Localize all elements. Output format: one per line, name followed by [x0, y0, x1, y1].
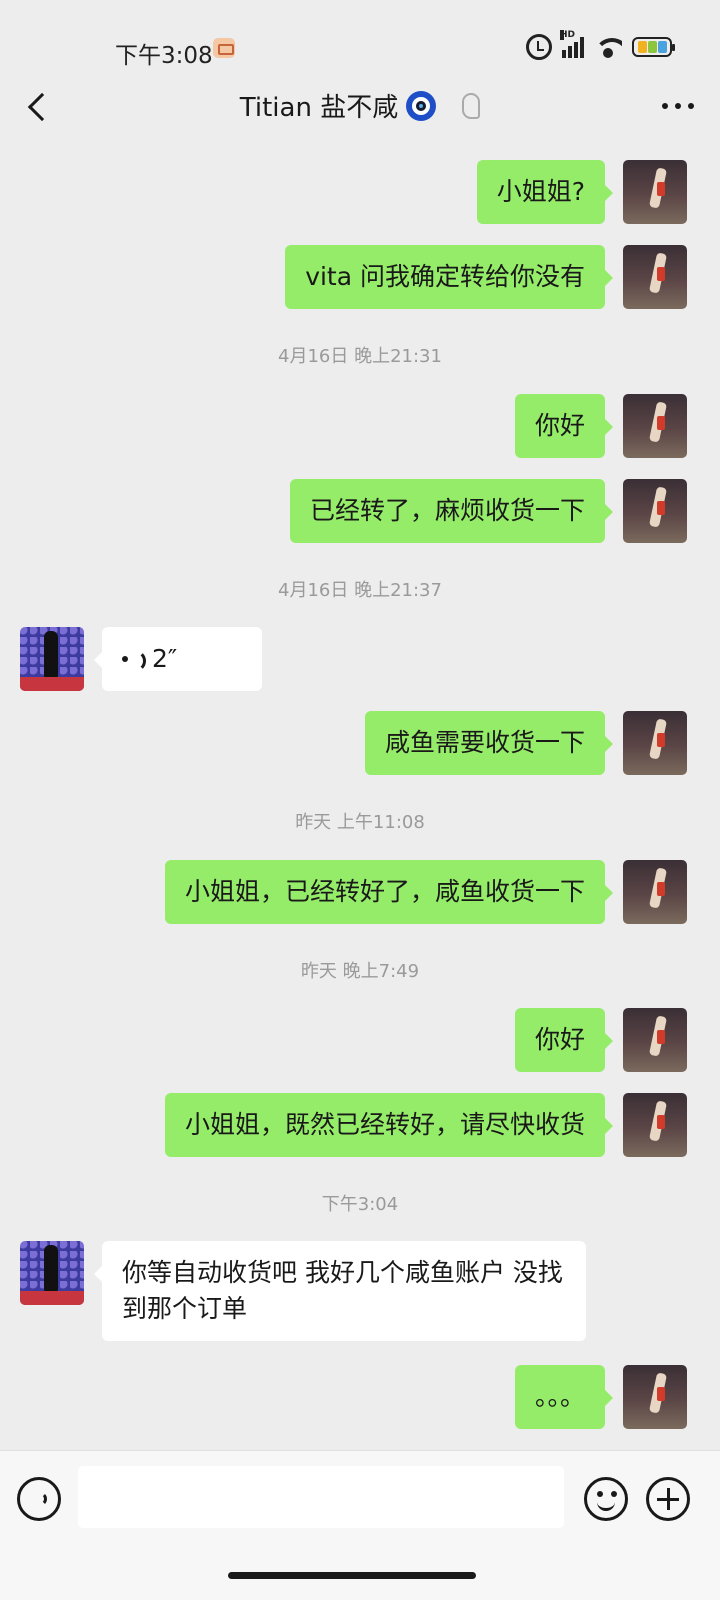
voice-message: 2″ [122, 641, 242, 677]
home-indicator[interactable] [228, 1572, 476, 1579]
my-message-bubble[interactable]: 你好 [514, 394, 614, 458]
status-icons: HD [526, 30, 675, 60]
my-message-bubble[interactable]: 小姐姐，既然已经转好，请尽快收货 [164, 1093, 614, 1157]
contact-message-bubble[interactable]: 你等自动收货吧 我好几个咸鱼账户 没找到那个订单 [94, 1241, 586, 1341]
network-badge: HD [560, 30, 576, 40]
voice-mode-button[interactable] [17, 1477, 61, 1521]
alarm-icon [526, 34, 552, 60]
chat-message-list[interactable]: 小姐姐? vita 问我确定转给你没有 4月16日 晚上21:31 你好 已经转… [0, 145, 720, 1450]
signal-icon: HD [560, 30, 584, 58]
emoji-button[interactable] [584, 1477, 628, 1521]
notification-icon [213, 38, 235, 58]
message-timestamp: 昨天 上午11:08 [295, 812, 425, 833]
battery-icon [632, 37, 675, 57]
more-dot-icon [675, 103, 681, 109]
message-input[interactable] [78, 1466, 564, 1528]
message-timestamp: 4月16日 晚上21:37 [278, 580, 442, 601]
more-dot-icon [688, 103, 694, 109]
chat-title: Titian 盐不咸 [239, 93, 399, 123]
my-message-bubble[interactable]: 咸鱼需要收货一下 [364, 711, 614, 775]
status-time: 下午3:08 [115, 43, 213, 69]
wifi-icon [594, 36, 622, 58]
my-avatar[interactable] [623, 1008, 687, 1072]
my-message-bubble[interactable]: 小姐姐? [476, 160, 614, 224]
my-avatar[interactable] [623, 479, 687, 543]
my-avatar[interactable] [623, 160, 687, 224]
voice-duration: 2″ [152, 644, 178, 673]
my-message-bubble[interactable]: 你好 [514, 1008, 614, 1072]
my-message-bubble[interactable]: 已经转了，麻烦收货一下 [289, 479, 614, 543]
voice-message-bubble[interactable]: 2″ [94, 627, 262, 691]
my-avatar[interactable] [623, 711, 687, 775]
message-timestamp: 4月16日 晚上21:31 [278, 346, 442, 367]
message-timestamp: 昨天 晚上7:49 [300, 961, 420, 982]
voice-mode-icon [33, 1492, 47, 1506]
contact-avatar[interactable] [20, 1241, 84, 1305]
message-timestamp: 下午3:04 [321, 1194, 399, 1215]
more-dot-icon [662, 103, 668, 109]
more-options-button[interactable] [662, 103, 694, 109]
my-message-bubble[interactable]: 。。。 [514, 1365, 614, 1429]
my-message-bubble[interactable]: 小姐姐，已经转好了，咸鱼收货一下 [164, 860, 614, 924]
my-avatar[interactable] [623, 1093, 687, 1157]
my-message-bubble[interactable]: vita 问我确定转给你没有 [285, 245, 613, 309]
contact-avatar[interactable] [20, 627, 84, 691]
my-avatar[interactable] [623, 245, 687, 309]
my-avatar[interactable] [623, 394, 687, 458]
voice-wave-icon [122, 648, 146, 672]
my-avatar[interactable] [623, 1365, 687, 1429]
chat-title-wrap: Titian 盐不咸 [0, 87, 720, 124]
my-avatar[interactable] [623, 860, 687, 924]
ear-icon [462, 92, 481, 119]
evil-eye-icon [406, 90, 437, 121]
chat-header: Titian 盐不咸 [0, 75, 720, 145]
more-functions-button[interactable] [646, 1477, 690, 1521]
